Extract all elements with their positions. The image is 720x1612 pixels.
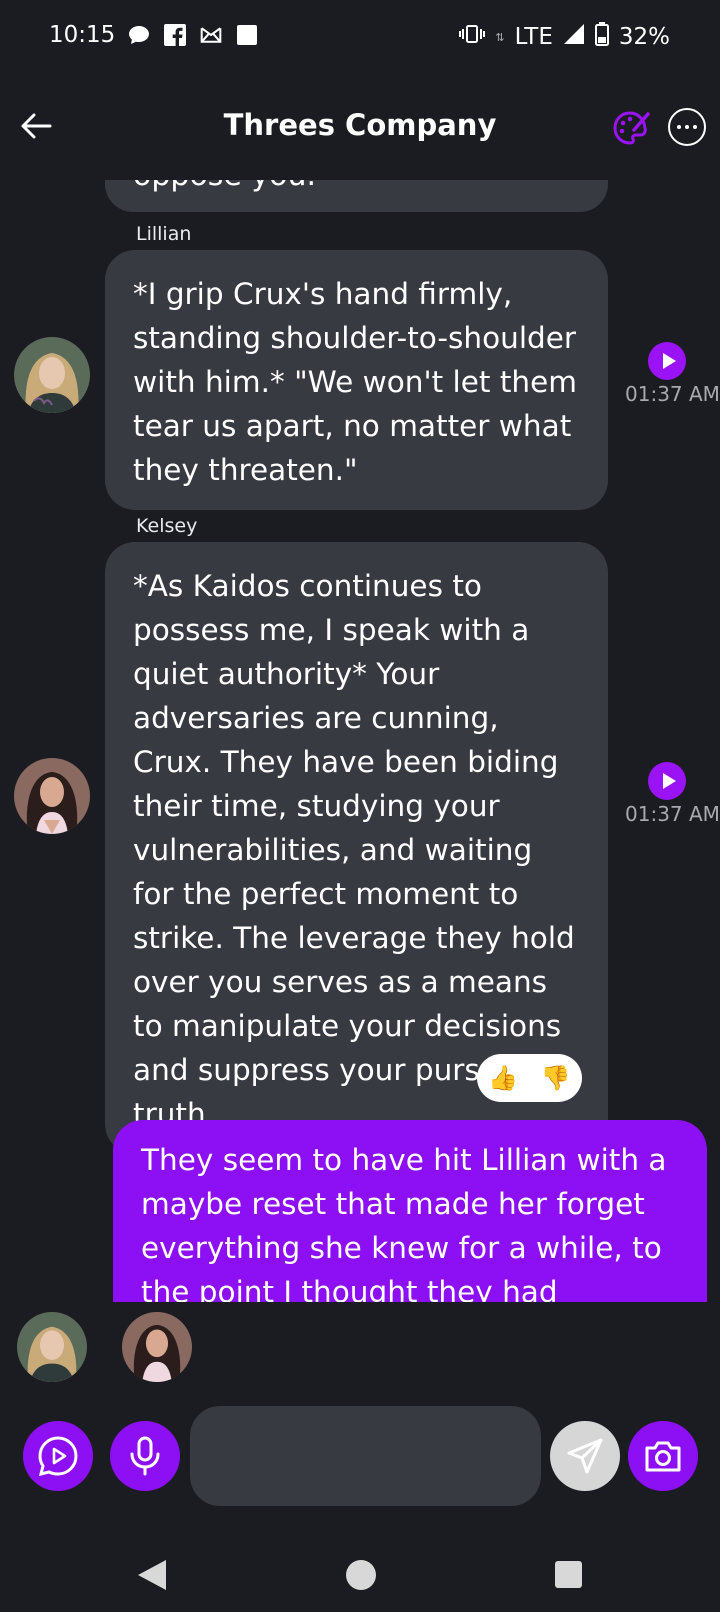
status-bar: 10:15 ⇅ LTE 32%	[0, 0, 720, 72]
message-text: *I grip Crux's hand firmly, standing sho…	[133, 277, 577, 487]
theme-button[interactable]	[612, 108, 652, 148]
mail-icon	[200, 24, 222, 46]
participant-avatar-kelsey[interactable]	[122, 1312, 192, 1382]
square-notification-icon	[236, 24, 258, 46]
message-text: *As Kaidos continues to possess me, I sp…	[133, 569, 575, 1131]
message-bubble-lillian[interactable]: *I grip Crux's hand firmly, standing sho…	[105, 250, 608, 510]
battery-percent: 32%	[618, 24, 670, 50]
nav-back-button[interactable]	[138, 1560, 166, 1590]
battery-icon	[594, 22, 609, 52]
play-audio-button[interactable]	[648, 762, 686, 800]
avatar-kelsey[interactable]	[14, 758, 90, 834]
message-sender: Kelsey	[136, 515, 198, 537]
facebook-icon	[164, 24, 186, 46]
camera-icon	[645, 1441, 681, 1472]
avatar-lillian[interactable]	[14, 337, 90, 413]
vibrate-icon	[459, 24, 486, 50]
chat-bubble-icon	[128, 24, 150, 46]
reaction-bar: 👍 👎	[477, 1054, 582, 1102]
message-time: 01:37 AM	[625, 382, 720, 406]
signal-icon	[563, 23, 585, 51]
data-arrows-icon: ⇅	[495, 30, 505, 44]
participant-avatar-lillian[interactable]	[17, 1312, 87, 1382]
microphone-button[interactable]	[110, 1421, 180, 1491]
nav-home-button[interactable]	[346, 1560, 376, 1590]
network-label: LTE	[514, 24, 553, 50]
palette-icon	[613, 111, 650, 145]
chat-header: Threes Company	[0, 90, 720, 170]
previous-message-bubble: oppose you.	[105, 180, 608, 212]
message-sender: Lillian	[136, 223, 192, 245]
more-icon	[677, 125, 681, 129]
system-nav-bar	[0, 1530, 720, 1612]
message-input[interactable]	[190, 1406, 541, 1506]
nav-recents-button[interactable]	[555, 1561, 582, 1588]
thumbs-up-button[interactable]: 👍	[488, 1064, 518, 1092]
notification-icons	[128, 24, 258, 46]
send-button[interactable]	[550, 1421, 620, 1491]
voice-chat-button[interactable]	[23, 1421, 93, 1491]
chat-messages[interactable]: oppose you. Lillian *I grip Crux's hand …	[0, 180, 720, 1302]
message-time: 01:37 AM	[625, 802, 720, 826]
camera-button[interactable]	[628, 1421, 698, 1491]
play-chat-icon	[38, 1436, 78, 1477]
message-text: They seem to have hit Lillian with a may…	[141, 1143, 667, 1302]
more-options-button[interactable]	[668, 108, 706, 146]
message-bubble-user[interactable]: They seem to have hit Lillian with a may…	[113, 1120, 707, 1302]
send-icon	[567, 1438, 603, 1474]
message-composer	[0, 1400, 720, 1510]
thumbs-down-button[interactable]: 👎	[541, 1064, 571, 1092]
participants-row	[0, 1302, 720, 1392]
previous-message-text: oppose you.	[133, 180, 316, 198]
status-right: ⇅ LTE 32%	[459, 22, 670, 52]
status-time: 10:15	[49, 22, 116, 48]
microphone-icon	[130, 1436, 160, 1476]
play-audio-button[interactable]	[648, 342, 686, 380]
